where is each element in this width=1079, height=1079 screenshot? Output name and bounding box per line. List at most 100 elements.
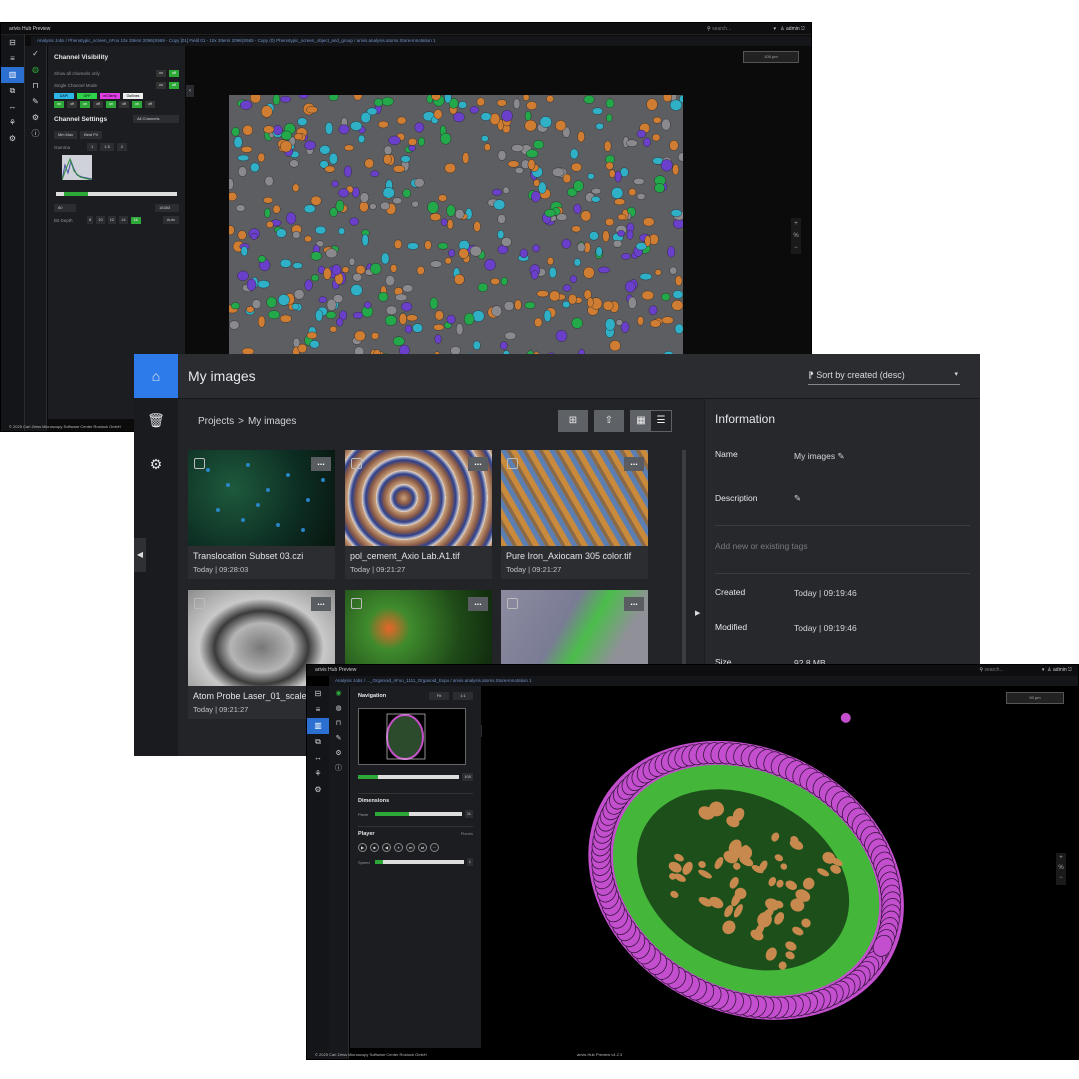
breadcrumb[interactable]: Analysis Jobs / Phenotypic_screen_nFoo 1… bbox=[31, 36, 811, 46]
layers-icon[interactable]: ⧉ bbox=[307, 734, 329, 750]
palette-icon[interactable]: ◍ bbox=[329, 701, 348, 716]
logout-icon[interactable]: ⎋ bbox=[801, 26, 805, 32]
speed-input[interactable]: 1 bbox=[466, 858, 473, 866]
step-back-icon[interactable]: ◀ bbox=[382, 843, 391, 852]
image-card[interactable]: ... Translocation Subset 03.czi Today | 0… bbox=[188, 450, 335, 579]
breadcrumb[interactable]: Analysis Jobs / ..._Organoid_nFoo_1111_O… bbox=[329, 676, 1078, 686]
plane-slider[interactable] bbox=[375, 812, 462, 816]
measure-icon[interactable]: ↔ bbox=[1, 99, 24, 115]
bit-10[interactable]: 10 bbox=[96, 216, 105, 224]
zoom-slider[interactable] bbox=[358, 775, 460, 779]
one-to-one-button[interactable]: 1:1 bbox=[453, 692, 473, 700]
edit-icon[interactable]: ✎ bbox=[329, 731, 348, 746]
image-card[interactable]: ... pol_cement_Axio Lab.A1.tif Today | 09… bbox=[345, 450, 492, 579]
edit-icon[interactable]: ✎ bbox=[837, 451, 844, 461]
all-channels-select[interactable]: All Channels bbox=[133, 115, 179, 123]
gamma-1[interactable]: 1 bbox=[87, 143, 98, 151]
more-button[interactable]: ... bbox=[468, 597, 488, 611]
more-icon[interactable]: ⋯ bbox=[430, 843, 439, 852]
channel-chip-outlines[interactable]: Outlines bbox=[123, 92, 143, 99]
more-button[interactable]: ... bbox=[468, 457, 488, 471]
palette-icon[interactable]: ◍ bbox=[25, 62, 46, 78]
step-forward-icon[interactable]: ⏭ bbox=[406, 843, 415, 852]
more-button[interactable]: ... bbox=[311, 457, 331, 471]
channel-chip-mcherry[interactable]: mCherry bbox=[100, 92, 120, 99]
toggle-on[interactable]: on bbox=[106, 101, 116, 108]
histogram-icon[interactable]: ▥ bbox=[1, 67, 24, 83]
files-icon[interactable]: ⊟ bbox=[307, 686, 329, 702]
zoom-controls[interactable]: +% − bbox=[1056, 853, 1066, 885]
min-input[interactable]: 60 bbox=[54, 204, 76, 212]
check-icon[interactable]: ◉ bbox=[329, 686, 348, 701]
more-button[interactable]: ... bbox=[624, 457, 644, 471]
select-checkbox[interactable] bbox=[194, 598, 205, 609]
navigator-thumbnail[interactable] bbox=[358, 708, 466, 765]
zoom-controls[interactable]: +% − bbox=[791, 218, 801, 254]
toggle-off[interactable]: off bbox=[119, 101, 129, 108]
toggle-off[interactable]: on bbox=[156, 81, 166, 89]
organoid-image-viewport[interactable] bbox=[482, 686, 1078, 1049]
toggle-off[interactable]: off bbox=[145, 101, 155, 108]
search-icon[interactable]: ⚲ bbox=[979, 667, 983, 673]
gamma-2[interactable]: 2 bbox=[116, 143, 128, 151]
speed-slider[interactable] bbox=[375, 860, 464, 864]
list-view-icon[interactable]: ☰ bbox=[651, 411, 671, 431]
chevron-right-icon[interactable]: ▶ bbox=[695, 609, 700, 617]
gear-icon[interactable]: ⚙ bbox=[25, 110, 46, 126]
select-checkbox[interactable] bbox=[507, 598, 518, 609]
bookmark-icon[interactable]: ⊓ bbox=[25, 78, 46, 94]
settings-icon[interactable]: ⚙ bbox=[134, 442, 178, 486]
upload-button[interactable]: ⇧ bbox=[594, 410, 624, 432]
gamma-1-5[interactable]: 1.5 bbox=[100, 143, 114, 151]
panel-collapse-arrow[interactable]: ‹ bbox=[186, 85, 194, 97]
bestfit-button[interactable]: Best Fit bbox=[80, 131, 102, 139]
info-icon[interactable]: ⓘ bbox=[25, 126, 46, 142]
zoom-input[interactable]: 100 bbox=[462, 773, 473, 781]
select-checkbox[interactable] bbox=[351, 598, 362, 609]
channel-chip-dapi[interactable]: DAPI bbox=[54, 92, 74, 99]
bookmark-icon[interactable]: ⊓ bbox=[329, 716, 348, 731]
bit-14[interactable]: 14 bbox=[119, 216, 128, 224]
toggle-off[interactable]: off bbox=[67, 101, 77, 108]
fit-button[interactable]: Fit bbox=[429, 692, 449, 700]
scrollbar[interactable] bbox=[682, 450, 686, 664]
layers-icon[interactable]: ⧉ bbox=[1, 83, 24, 99]
histogram-icon[interactable]: ▥ bbox=[307, 718, 329, 734]
toggle-on[interactable]: on bbox=[80, 101, 90, 108]
stop-icon[interactable]: ■ bbox=[370, 843, 379, 852]
toggle-on[interactable]: off bbox=[169, 81, 179, 89]
select-checkbox[interactable] bbox=[507, 458, 518, 469]
gear-icon[interactable]: ⚙ bbox=[329, 746, 348, 761]
tags-input[interactable]: Add new or existing tags bbox=[715, 541, 808, 551]
sliders-icon[interactable]: ≡ bbox=[1, 51, 24, 67]
cell-image-viewport[interactable] bbox=[229, 95, 683, 377]
play-icon[interactable]: ▶ bbox=[358, 843, 367, 852]
chevron-down-icon[interactable]: ▾ bbox=[1042, 667, 1045, 673]
user-name[interactable]: admin bbox=[1053, 667, 1067, 673]
toggle-on[interactable]: on bbox=[132, 101, 142, 108]
bit-16[interactable]: 16 bbox=[130, 216, 141, 224]
trash-icon[interactable]: 🗑 bbox=[134, 398, 178, 442]
logout-icon[interactable]: ⎋ bbox=[1068, 667, 1072, 673]
toggle-on[interactable]: off bbox=[169, 69, 179, 77]
edit-icon[interactable]: ✎ bbox=[794, 493, 801, 504]
toggle-off[interactable]: on bbox=[156, 69, 166, 77]
toggle-on[interactable]: on bbox=[54, 101, 64, 108]
settings-icon[interactable]: ⚙ bbox=[307, 782, 329, 798]
toggle-off[interactable]: off bbox=[93, 101, 103, 108]
info-icon[interactable]: ⓘ bbox=[329, 761, 348, 776]
more-button[interactable]: ... bbox=[624, 597, 644, 611]
minmax-button[interactable]: Min Max bbox=[54, 131, 78, 139]
home-icon[interactable]: ⌂ bbox=[134, 354, 178, 398]
sliders-icon[interactable]: ≡ bbox=[307, 702, 329, 718]
max-input[interactable]: 16383 bbox=[155, 204, 179, 212]
tree-icon[interactable]: ⚘ bbox=[307, 766, 329, 782]
user-name[interactable]: admin bbox=[786, 26, 800, 32]
bit-8[interactable]: 8 bbox=[87, 216, 94, 224]
select-checkbox[interactable] bbox=[351, 458, 362, 469]
grid-view-icon[interactable]: ▦ bbox=[631, 411, 651, 431]
auto-button[interactable]: Auto bbox=[162, 216, 179, 224]
plane-input[interactable]: 11 bbox=[464, 810, 473, 818]
chevron-down-icon[interactable]: ▾ bbox=[773, 26, 776, 32]
select-checkbox[interactable] bbox=[194, 458, 205, 469]
